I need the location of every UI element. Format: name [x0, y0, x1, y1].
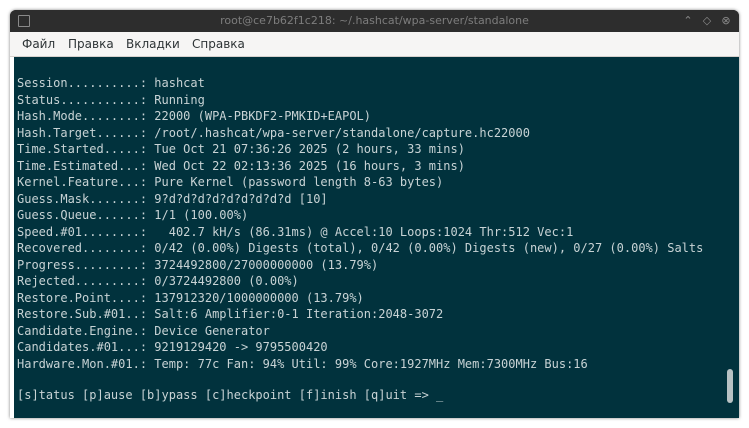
- terminal-output: Session..........: hashcat Status.......…: [17, 75, 703, 372]
- minimize-icon[interactable]: ⌃: [680, 13, 696, 29]
- close-icon[interactable]: ⊗: [718, 13, 734, 29]
- terminal-line: Hash.Target......: /root/.hashcat/wpa-se…: [17, 125, 530, 140]
- terminal-line: Candidate.Engine.: Device Generator: [17, 323, 270, 338]
- window-title: root@ce7b62f1c218: ~/.hashcat/wpa-server…: [220, 14, 529, 27]
- terminal-line: Guess.Mask.......: 9?d?d?d?d?d?d?d?d?d […: [17, 191, 328, 206]
- command-prompt[interactable]: [s]tatus [p]ause [b]ypass [c]heckpoint […: [17, 387, 443, 404]
- terminal-line: Restore.Sub.#01..: Salt:6 Amplifier:0-1 …: [17, 307, 444, 321]
- terminal-scrollbar[interactable]: [723, 57, 739, 418]
- scrollbar-thumb[interactable]: [727, 369, 733, 403]
- menu-bar: Файл Правка Вкладки Справка: [10, 32, 739, 57]
- terminal-line: Status...........: Running: [17, 92, 205, 107]
- terminal-window: root@ce7b62f1c218: ~/.hashcat/wpa-server…: [10, 10, 739, 418]
- scrollbar-track[interactable]: [728, 59, 734, 416]
- menu-edit[interactable]: Правка: [68, 37, 114, 51]
- terminal-line: Speed.#01........: 402.7 kH/s (86.31ms) …: [17, 224, 574, 239]
- terminal-line: Candidates.#01...: 9219129420 -> 9795500…: [17, 340, 328, 354]
- terminal-line: Time.Started.....: Tue Oct 21 07:36:26 2…: [17, 142, 465, 156]
- menu-tabs[interactable]: Вкладки: [126, 37, 180, 51]
- terminal-line: Kernel.Feature...: Pure Kernel (password…: [17, 175, 444, 189]
- terminal-line: Recovered........: 0/42 (0.00%) Digests …: [17, 241, 704, 255]
- terminal-area[interactable]: Session..........: hashcat Status.......…: [10, 57, 739, 418]
- title-bar[interactable]: root@ce7b62f1c218: ~/.hashcat/wpa-server…: [10, 10, 739, 32]
- terminal-line: Hash.Mode........: 22000 (WPA-PBKDF2-PMK…: [17, 109, 372, 123]
- menu-file[interactable]: Файл: [22, 37, 55, 51]
- terminal-line: Time.Estimated...: Wed Oct 22 02:13:36 2…: [17, 158, 465, 173]
- terminal-screen[interactable]: Session..........: hashcat Status.......…: [14, 57, 723, 418]
- terminal-line: Rejected.........: 0/3724492800 (0.00%): [17, 274, 299, 288]
- maximize-icon[interactable]: ◇: [699, 13, 715, 29]
- menu-help[interactable]: Справка: [192, 37, 245, 51]
- terminal-line: Hardware.Mon.#01.: Temp: 77c Fan: 94% Ut…: [17, 356, 588, 371]
- terminal-line: Guess.Queue......: 1/1 (100.00%): [17, 208, 249, 222]
- terminal-line: Session..........: hashcat: [17, 76, 205, 90]
- terminal-line: Restore.Point....: 137912320/1000000000 …: [17, 290, 364, 305]
- terminal-line: Progress.........: 3724492800/2700000000…: [17, 257, 379, 272]
